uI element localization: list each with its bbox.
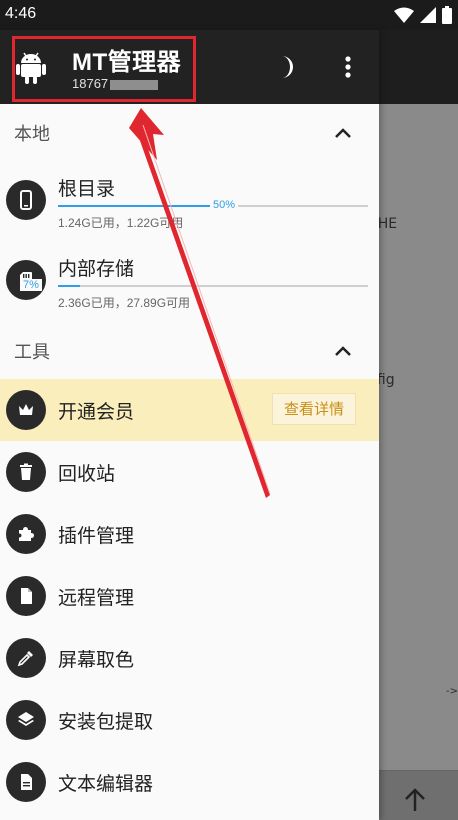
tool-item-apk-extract[interactable]: 安装包提取 xyxy=(0,689,379,751)
phone-icon xyxy=(20,190,32,210)
local-section-title: 本地 xyxy=(14,124,50,145)
tool-item-plugins[interactable]: 插件管理 xyxy=(0,503,379,565)
tool-item-vip[interactable]: 开通会员 查看详情 xyxy=(0,379,379,441)
signal-icon xyxy=(420,7,436,23)
more-options-icon[interactable] xyxy=(336,52,360,82)
storage-progress-fill xyxy=(58,205,213,207)
storage-item-internal[interactable]: 内部存储 7% 2.36G已用，27.89G可用 xyxy=(0,244,379,316)
tool-label: 开通会员 xyxy=(58,401,135,423)
layers-icon xyxy=(18,712,34,726)
status-time: 4:46 xyxy=(5,5,37,22)
tool-item-remote[interactable]: 远程管理 xyxy=(0,565,379,627)
drawer-header: MT管理器 18767 xyxy=(0,30,379,104)
storage-name: 内部存储 xyxy=(58,258,135,280)
storage-percent: 7% xyxy=(20,279,42,291)
tool-icon-circle xyxy=(6,638,46,678)
status-icons xyxy=(394,6,452,24)
tool-label: 屏幕取色 xyxy=(58,649,135,671)
trash-icon xyxy=(20,463,32,480)
tool-label: 安装包提取 xyxy=(58,711,154,733)
file-icon xyxy=(21,588,32,604)
eyedropper-icon xyxy=(17,651,33,667)
up-arrow-icon[interactable] xyxy=(400,785,430,815)
puzzle-icon xyxy=(19,527,34,541)
tool-item-text-editor[interactable]: 文本编辑器 xyxy=(0,751,379,813)
tool-label: 远程管理 xyxy=(58,587,135,609)
storage-progress-fill xyxy=(58,285,80,287)
chevron-up-icon xyxy=(335,346,351,356)
status-bar: 4:46 xyxy=(0,0,458,30)
tool-icon-circle xyxy=(6,390,46,430)
tool-label: 回收站 xyxy=(58,463,116,485)
tool-icon-circle xyxy=(6,452,46,492)
tools-section-title: 工具 xyxy=(14,342,50,363)
crown-icon xyxy=(19,404,33,415)
storage-progress-bar xyxy=(58,285,368,287)
wifi-icon xyxy=(394,7,414,23)
tool-label: 文本编辑器 xyxy=(58,773,154,795)
annotation-highlight-box xyxy=(12,36,196,102)
tool-label: 插件管理 xyxy=(58,525,135,547)
night-mode-moon-icon[interactable] xyxy=(272,54,298,80)
tool-item-color-picker[interactable]: 屏幕取色 xyxy=(0,627,379,689)
document-icon xyxy=(21,774,32,790)
tool-icon-circle xyxy=(6,700,46,740)
storage-item-root[interactable]: 根目录 50% 1.24G已用，1.22G可用 xyxy=(0,164,379,236)
storage-percent: 50% xyxy=(210,199,239,211)
storage-icon-circle xyxy=(6,180,46,220)
tool-item-recycle-bin[interactable]: 回收站 xyxy=(0,441,379,503)
view-details-button[interactable]: 查看详情 xyxy=(272,393,356,425)
tools-section-header[interactable]: 工具 xyxy=(0,328,379,372)
storage-sizes: 2.36G已用，27.89G可用 xyxy=(58,296,191,310)
storage-sizes: 1.24G已用，1.22G可用 xyxy=(58,216,184,230)
background-text: -> xyxy=(446,686,458,697)
storage-name: 根目录 xyxy=(58,178,116,200)
tool-icon-circle xyxy=(6,762,46,802)
navigation-drawer: MT管理器 18767 本地 根目录 50% 1.24G已用，1.22G可用 内… xyxy=(0,30,379,820)
tool-icon-circle xyxy=(6,576,46,616)
tool-icon-circle xyxy=(6,514,46,554)
local-section-header[interactable]: 本地 xyxy=(0,110,379,154)
chevron-up-icon xyxy=(335,128,351,138)
battery-icon xyxy=(442,6,452,24)
